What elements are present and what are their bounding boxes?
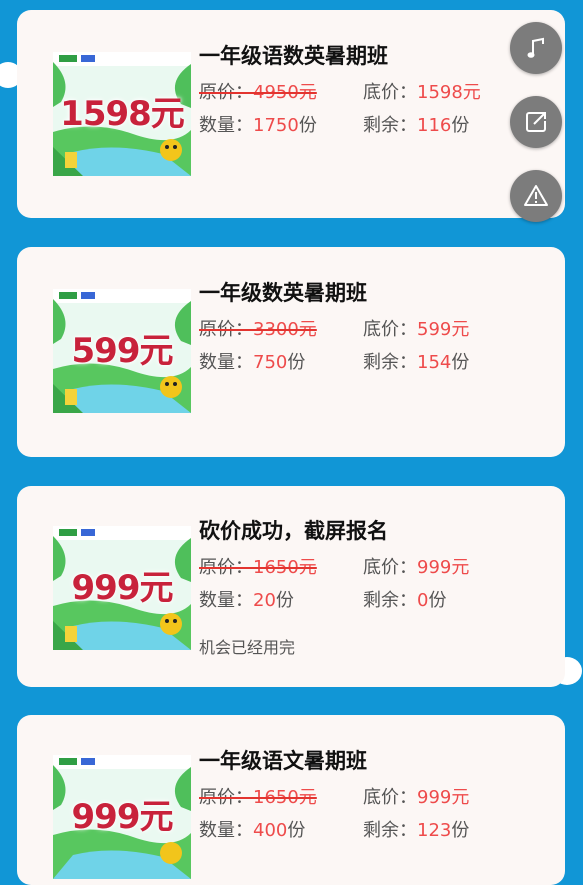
remaining: 剩余：154份: [363, 348, 469, 374]
quantity-label: 数量：: [199, 352, 253, 373]
quantity: 数量：20份: [199, 586, 294, 612]
product-card[interactable]: 999元 一年级语文暑期班 原价：1650元 底价：999元 数量：400份 剩…: [17, 715, 565, 885]
quantity-label: 数量：: [199, 115, 253, 136]
quantity-value: 400: [253, 820, 288, 841]
quantity: 数量：750份: [199, 348, 305, 374]
quantity-unit: 份: [287, 352, 306, 373]
product-title: 砍价成功，截屏报名: [199, 519, 388, 543]
remaining-label: 剩余：: [363, 820, 417, 841]
quantity-label: 数量：: [199, 590, 253, 611]
original-price-value: 3300元: [253, 319, 317, 340]
product-thumbnail: 999元: [53, 526, 191, 650]
page: { "cards": [ { "title": "一年级语数英暑期班", "pr…: [0, 0, 583, 885]
floor-price-label: 底价：: [363, 82, 417, 103]
quantity: 数量：400份: [199, 816, 305, 842]
product-title: 一年级语文暑期班: [199, 749, 367, 773]
chance-used-up-note: 机会已经用完: [199, 638, 296, 657]
floor-price: 底价：999元: [363, 553, 469, 579]
remaining-unit: 份: [451, 115, 470, 136]
remaining-value: 154: [417, 352, 452, 373]
remaining-label: 剩余：: [363, 590, 417, 611]
floor-price-label: 底价：: [363, 319, 417, 340]
share-button[interactable]: [510, 96, 562, 148]
quantity-value: 20: [253, 590, 276, 611]
floor-price-value: 999元: [417, 787, 470, 808]
quantity-unit: 份: [275, 590, 294, 611]
original-price: 原价：3300元: [199, 315, 317, 341]
music-button[interactable]: [510, 22, 562, 74]
original-price-value: 1650元: [253, 557, 317, 578]
music-note-icon: [527, 37, 544, 58]
product-card[interactable]: 599元 一年级数英暑期班 原价：3300元 底价：599元 数量：750份 剩…: [17, 247, 565, 457]
product-title: 一年级语数英暑期班: [199, 44, 388, 68]
remaining-unit: 份: [451, 352, 470, 373]
quantity-unit: 份: [298, 115, 317, 136]
product-thumbnail: 1598元: [53, 52, 191, 176]
product-title: 一年级数英暑期班: [199, 281, 367, 305]
original-price: 原价：1650元: [199, 783, 317, 809]
floor-price-value: 599元: [417, 319, 470, 340]
thumbnail-price-text: 999元: [71, 568, 174, 608]
original-price: 原价：1650元: [199, 553, 317, 579]
remaining-value: 0: [417, 590, 429, 611]
remaining-label: 剩余：: [363, 352, 417, 373]
original-price-label: 原价：: [199, 319, 253, 340]
warning-icon: [524, 185, 548, 206]
thumbnail-price-text: 599元: [71, 331, 174, 371]
product-card[interactable]: 999元 砍价成功，截屏报名 原价：1650元 底价：999元 数量：20份 剩…: [17, 486, 565, 687]
remaining-unit: 份: [428, 590, 447, 611]
remaining-unit: 份: [451, 820, 470, 841]
thumbnail-price-text: 1598元: [60, 94, 185, 134]
quantity-value: 1750: [253, 115, 299, 136]
floor-price: 底价：599元: [363, 315, 469, 341]
original-price: 原价：4950元: [199, 78, 317, 104]
thumbnail-price-text: 999元: [71, 797, 174, 837]
floor-price-value: 1598元: [417, 82, 481, 103]
original-price-label: 原价：: [199, 82, 253, 103]
floor-price-label: 底价：: [363, 557, 417, 578]
original-price-label: 原价：: [199, 787, 253, 808]
product-thumbnail: 599元: [53, 289, 191, 413]
remaining: 剩余：0份: [363, 586, 446, 612]
floor-price: 底价：999元: [363, 783, 469, 809]
floor-price-label: 底价：: [363, 787, 417, 808]
original-price-value: 4950元: [253, 82, 317, 103]
original-price-value: 1650元: [253, 787, 317, 808]
original-price-label: 原价：: [199, 557, 253, 578]
remaining-value: 123: [417, 820, 452, 841]
quantity-label: 数量：: [199, 820, 253, 841]
quantity-unit: 份: [287, 820, 306, 841]
product-thumbnail: 999元: [53, 755, 191, 879]
remaining: 剩余：123份: [363, 816, 469, 842]
remaining-label: 剩余：: [363, 115, 417, 136]
remaining-value: 116: [417, 115, 452, 136]
remaining: 剩余：116份: [363, 111, 469, 137]
product-card[interactable]: 1598元 一年级语数英暑期班 原价：4950元 底价：1598元 数量：175…: [17, 10, 565, 218]
floor-price: 底价：1598元: [363, 78, 481, 104]
quantity: 数量：1750份: [199, 111, 317, 137]
quantity-value: 750: [253, 352, 288, 373]
floor-price-value: 999元: [417, 557, 470, 578]
share-icon: [526, 112, 546, 132]
report-button[interactable]: [510, 170, 562, 222]
